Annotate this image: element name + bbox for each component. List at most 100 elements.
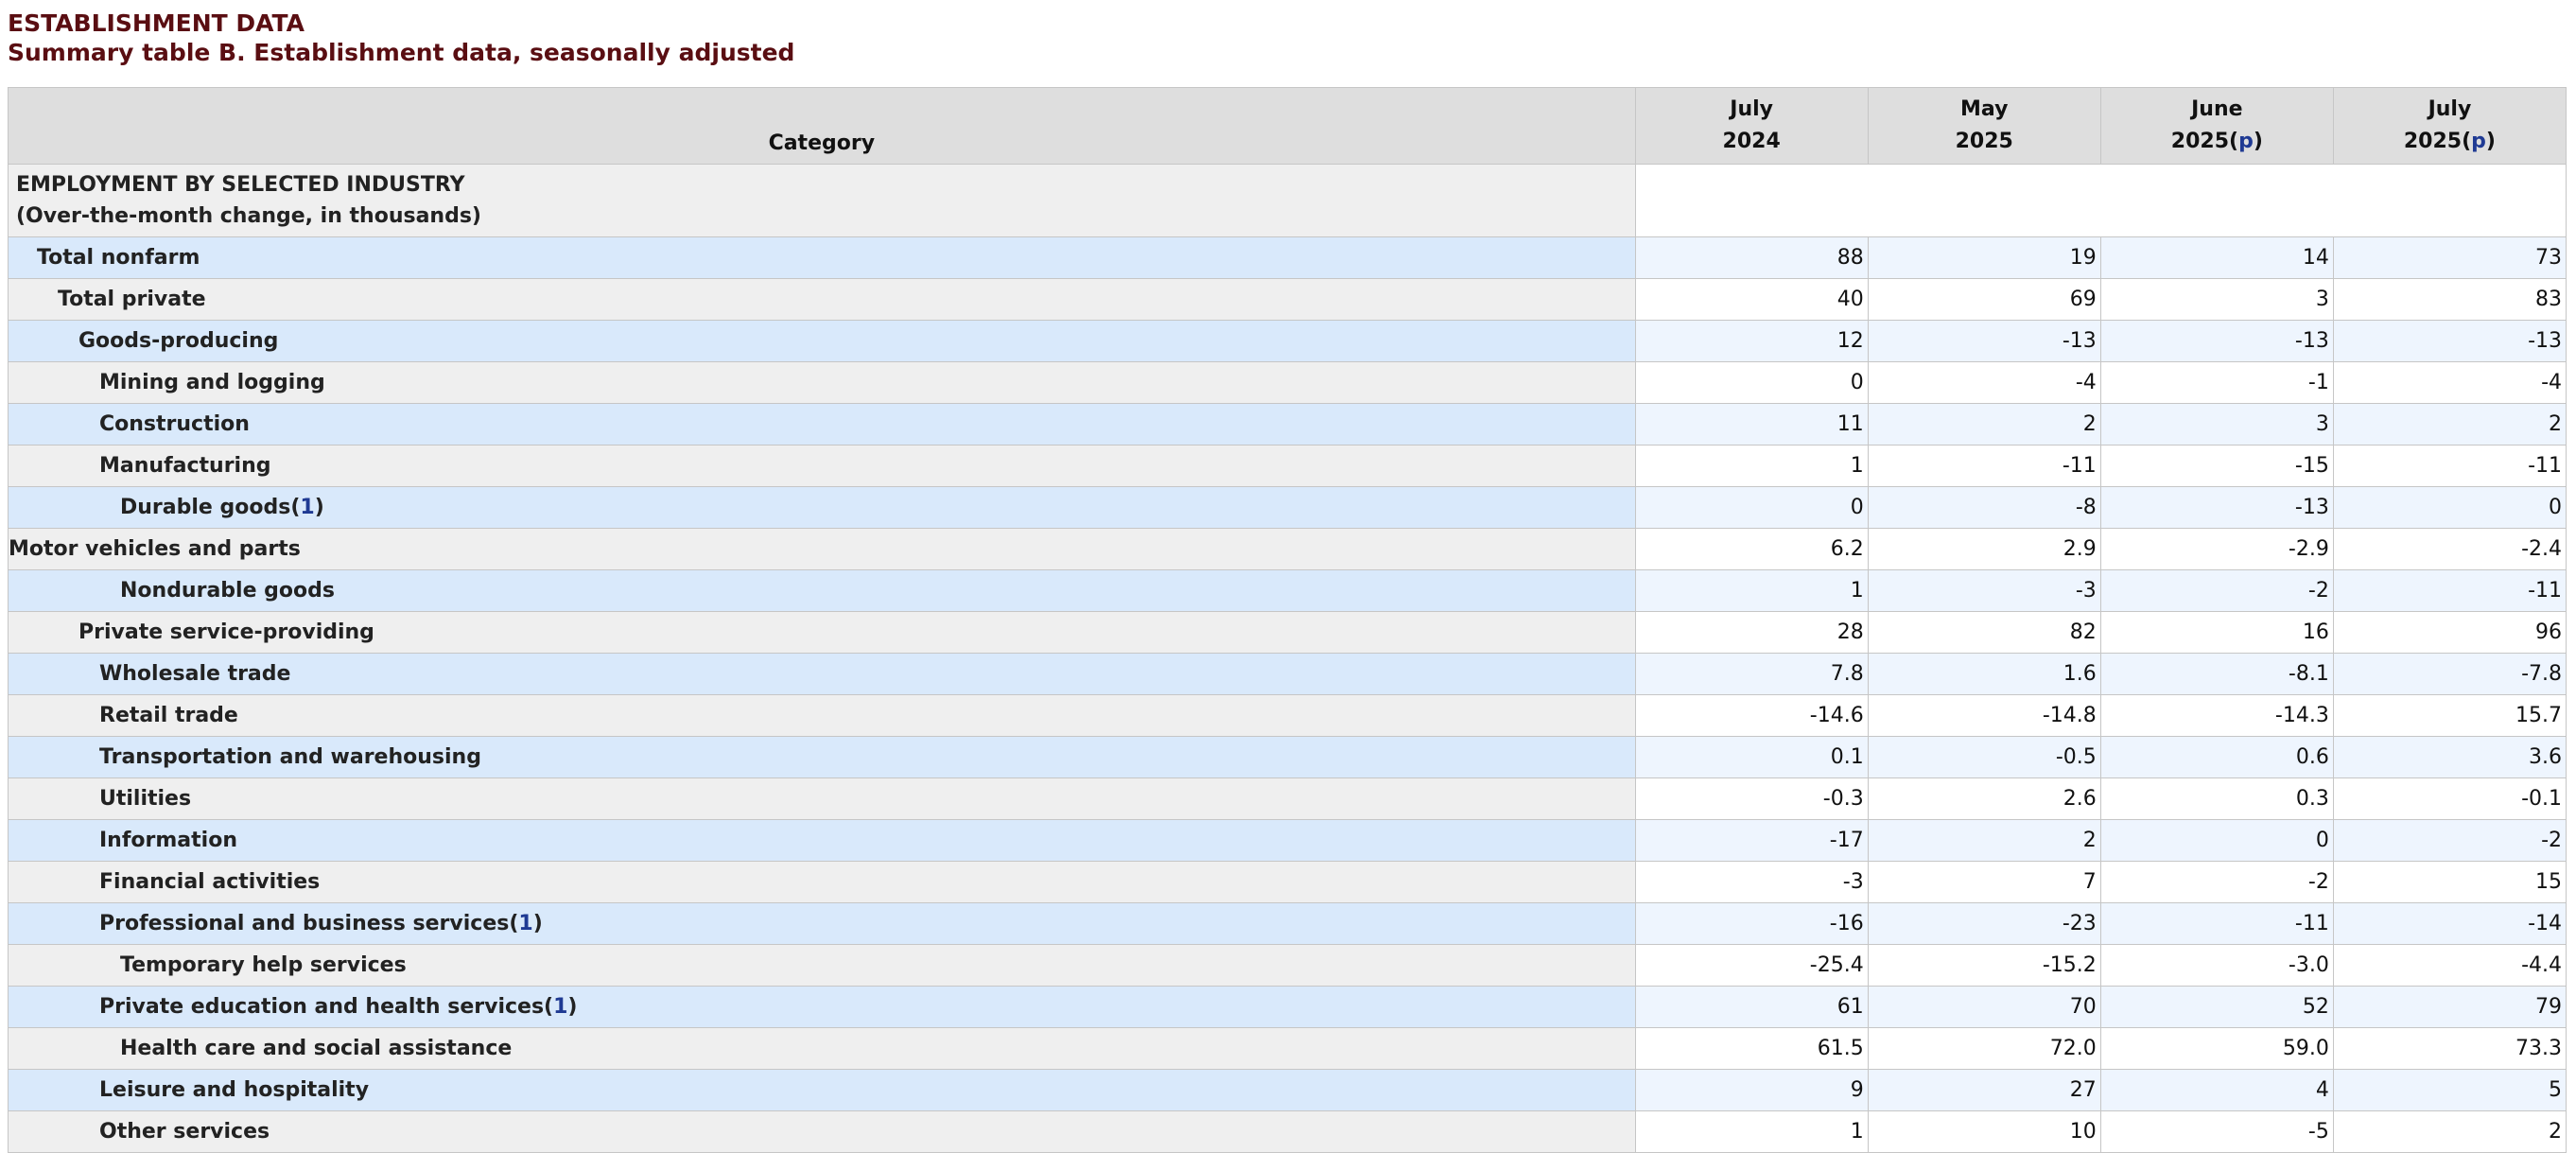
table-row: Professional and business services(1) -16… — [8, 902, 2567, 945]
value-cell: -3 — [1867, 569, 2101, 612]
table-caption: Summary table B. Establishment data, sea… — [8, 39, 795, 66]
footnote-link[interactable]: 1 — [300, 496, 314, 519]
table-row: Manufacturing 1 -11 -15 -11 — [8, 445, 2567, 487]
row-label-text: Utilities — [99, 787, 192, 811]
footnote-link[interactable]: 1 — [553, 995, 567, 1019]
value-cell: 79 — [2332, 986, 2567, 1028]
column-month: June — [2191, 97, 2243, 121]
value-cell: 0 — [2332, 486, 2567, 529]
column-header-jun-2025: June 2025(p) — [2099, 87, 2334, 165]
value-cell: -8 — [1867, 486, 2101, 529]
row-label-text: Health care and social assistance — [120, 1037, 513, 1060]
preliminary-footnote-link[interactable]: p — [2471, 130, 2486, 153]
column-header-jul-2025: July 2025(p) — [2332, 87, 2567, 165]
value-cell: 2 — [1867, 819, 2101, 862]
value-cell: 27 — [1867, 1069, 2101, 1111]
value-cell: -13 — [2332, 320, 2567, 362]
value-cell: -0.5 — [1867, 736, 2101, 778]
value-cell: -13 — [1867, 320, 2101, 362]
value-cell: -4 — [1867, 361, 2101, 404]
section-subtitle: (Over-the-month change, in thousands) — [16, 204, 481, 228]
value-cell: 7.8 — [1634, 653, 1869, 695]
row-label: Utilities — [8, 777, 1636, 820]
preliminary-footnote-link[interactable]: p — [2238, 130, 2254, 153]
row-label: Financial activities — [8, 861, 1636, 903]
row-label-text: Private service-providing — [78, 620, 374, 644]
table-row: Nondurable goods 1 -3 -2 -11 — [8, 569, 2567, 612]
row-label: Other services — [8, 1110, 1636, 1153]
value-cell: 82 — [1867, 611, 2101, 654]
row-label-text: Manufacturing — [99, 454, 271, 478]
row-label: Motor vehicles and parts — [8, 528, 1636, 570]
value-cell: 0 — [1634, 486, 1869, 529]
value-cell: 19 — [1867, 236, 2101, 279]
column-year: 2024 — [1722, 130, 1781, 153]
row-label: Transportation and warehousing — [8, 736, 1636, 778]
value-cell: 61 — [1634, 986, 1869, 1028]
row-label-text: Nondurable goods — [120, 579, 335, 603]
column-year: 2025 — [2170, 130, 2229, 153]
row-label: Nondurable goods — [8, 569, 1636, 612]
value-cell: -25.4 — [1634, 944, 1869, 987]
column-header-jul-2024: July 2024 — [1634, 87, 1869, 165]
value-cell: 2.6 — [1867, 777, 2101, 820]
value-cell: 4 — [2099, 1069, 2334, 1111]
column-month: July — [1730, 97, 1774, 121]
table-row: Health care and social assistance 61.5 72.… — [8, 1027, 2567, 1070]
value-cell: -7.8 — [2332, 653, 2567, 695]
row-label: Information — [8, 819, 1636, 862]
value-cell: 40 — [1634, 278, 1869, 321]
row-label: Goods-producing — [8, 320, 1636, 362]
value-cell: 3 — [2099, 278, 2334, 321]
row-label-text: Total nonfarm — [37, 246, 200, 270]
value-cell: 3.6 — [2332, 736, 2567, 778]
row-label: Durable goods(1) — [8, 486, 1636, 529]
value-cell: 61.5 — [1634, 1027, 1869, 1070]
row-label: Total nonfarm — [8, 236, 1636, 279]
row-label: Mining and logging — [8, 361, 1636, 404]
table-row: Construction 11 2 3 2 — [8, 403, 2567, 445]
value-cell: 2 — [2332, 1110, 2567, 1153]
value-cell: 1 — [1634, 445, 1869, 487]
row-label-text: Construction — [99, 412, 250, 436]
value-cell: -0.3 — [1634, 777, 1869, 820]
value-cell: 0 — [2099, 819, 2334, 862]
value-cell: 6.2 — [1634, 528, 1869, 570]
section-title: EMPLOYMENT BY SELECTED INDUSTRY — [16, 173, 465, 197]
value-cell: 3 — [2099, 403, 2334, 445]
value-cell: 96 — [2332, 611, 2567, 654]
row-label: Private service-providing — [8, 611, 1636, 654]
value-cell: 15.7 — [2332, 694, 2567, 737]
row-label-text: Information — [99, 829, 237, 852]
value-cell: 2.9 — [1867, 528, 2101, 570]
row-label-text: Financial activities — [99, 870, 321, 894]
table-row: Retail trade -14.6 -14.8 -14.3 15.7 — [8, 694, 2567, 737]
row-label-text: Goods-producing — [78, 329, 279, 353]
table-row: Information -17 2 0 -2 — [8, 819, 2567, 862]
value-cell: 0.3 — [2099, 777, 2334, 820]
column-month: July — [2428, 97, 2472, 121]
footnote-link[interactable]: 1 — [518, 912, 532, 935]
row-label-text: Retail trade — [99, 704, 238, 727]
value-cell: -8.1 — [2099, 653, 2334, 695]
table-row: Wholesale trade 7.8 1.6 -8.1 -7.8 — [8, 653, 2567, 695]
table-row: Private education and health services(1)… — [8, 986, 2567, 1028]
table-row: Goods-producing 12 -13 -13 -13 — [8, 320, 2567, 362]
value-cell: -2 — [2099, 861, 2334, 903]
value-cell: 69 — [1867, 278, 2101, 321]
table-row: Motor vehicles and parts 6.2 2.9 -2.9 -2.4 — [8, 528, 2567, 570]
row-label-text: Other services — [99, 1120, 270, 1144]
row-label: Total private — [8, 278, 1636, 321]
row-label: Private education and health services(1) — [8, 986, 1636, 1028]
value-cell: 5 — [2332, 1069, 2567, 1111]
row-label-text: Wholesale trade — [99, 662, 291, 686]
value-cell: 52 — [2099, 986, 2334, 1028]
value-cell: 0 — [1634, 361, 1869, 404]
value-cell: 1 — [1634, 569, 1869, 612]
row-label: Manufacturing — [8, 445, 1636, 487]
value-cell: -2 — [2099, 569, 2334, 612]
page: ESTABLISHMENT DATA Summary table B. Esta… — [0, 0, 2576, 1153]
value-cell: -0.1 — [2332, 777, 2567, 820]
section-header: EMPLOYMENT BY SELECTED INDUSTRY (Over-th… — [8, 164, 1636, 237]
table-row: Other services 1 10 -5 2 — [8, 1110, 2567, 1153]
